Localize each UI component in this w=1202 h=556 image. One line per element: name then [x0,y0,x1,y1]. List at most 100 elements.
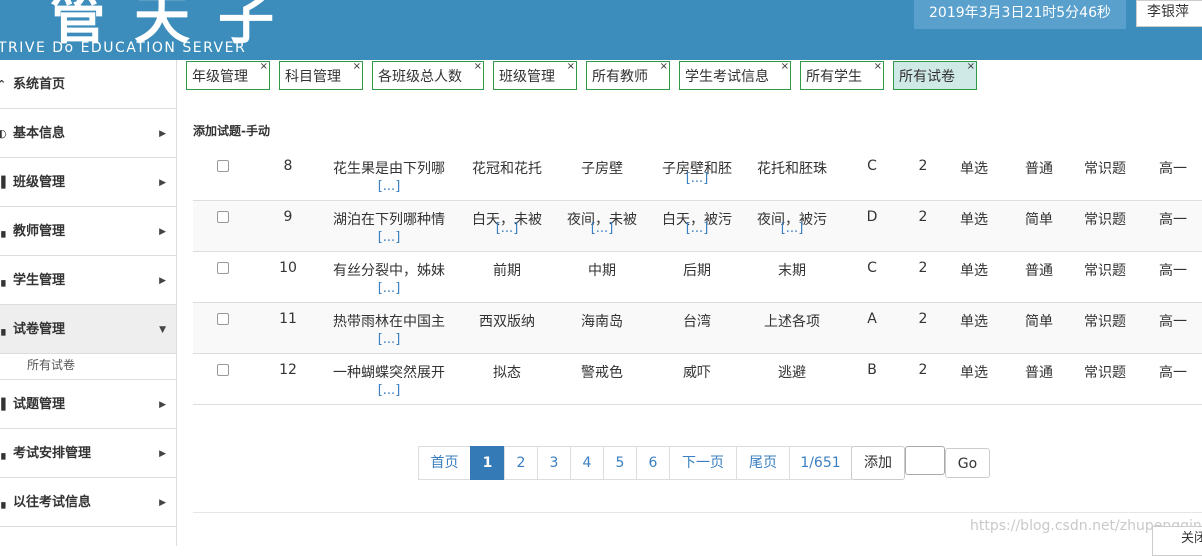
sidebar-item-label: 系统首页 [13,77,66,92]
chevron-right-icon: ▶ [159,227,166,237]
sidebar-item-label: 学生管理 [13,273,66,288]
page-button-1[interactable]: 1 [470,446,505,480]
history-icon: ▗ [0,496,6,509]
last-page-button[interactable]: 尾页 [736,446,790,480]
cell-question: 一种蝴蝶突然展开 [333,365,445,381]
page-button-3[interactable]: 3 [537,446,571,480]
close-button[interactable]: 关闭 [1152,526,1202,556]
close-icon[interactable]: × [967,52,975,82]
info-icon: ◐ [0,127,7,140]
add-button[interactable]: 添加 [851,446,905,480]
tab-student-exam[interactable]: 学生考试信息 × [679,61,791,90]
expand-link[interactable]: [...] [582,221,622,236]
paper-icon: ▗ [0,323,6,336]
cell-grade: 高一 [1159,212,1187,228]
close-icon[interactable]: × [260,52,268,82]
tab-label: 年级管理 [192,69,248,85]
chevron-right-icon: ▶ [159,449,166,459]
sidebar-item-label: 试题管理 [13,397,66,412]
expand-link[interactable]: [...] [369,179,409,194]
expand-link[interactable]: [...] [772,221,812,236]
tab-papers[interactable]: 所有试卷 × [893,61,977,90]
sidebar-item-student[interactable]: ▗ 学生管理 ▶ [0,256,176,305]
cell-question: 花生果是由下列哪 [333,161,445,177]
cell-grade: 高一 [1159,314,1187,330]
cell-question: 热带雨林在中国主 [333,314,445,330]
expand-link[interactable]: [...] [369,383,409,398]
clock-display: 2019年3月3日21时5分46秒 [914,0,1126,29]
table-row: 10 有丝分裂中，姊妹 前期 中期 后期 末期 C 2 单选 普通 常识题 高一 [...] [193,252,1202,303]
class-icon: ▐ [0,176,6,189]
page-jump-input[interactable] [905,446,945,475]
sidebar-item-teacher[interactable]: ▗ 教师管理 ▶ [0,207,176,256]
tab-label: 班级管理 [499,69,555,85]
tab-class-total[interactable]: 各班级总人数 × [372,61,484,90]
sidebar-item-exam-schedule[interactable]: ▗ 考试安排管理 ▶ [0,429,176,478]
expand-link[interactable]: [...] [369,281,409,296]
sidebar-item-exam-paper[interactable]: ▗ 试卷管理 ▼ [0,305,176,354]
tab-label: 学生考试信息 [685,69,769,85]
close-icon[interactable]: × [353,52,361,82]
expand-link[interactable]: [...] [369,332,409,347]
page-button-4[interactable]: 4 [570,446,604,480]
sidebar-subitem-all-papers[interactable]: 所有试卷 [0,354,176,380]
cell-question: 有丝分裂中，姊妹 [333,263,445,279]
sidebar-item-home[interactable]: ⌃ 系统首页 [0,60,176,109]
expand-link[interactable]: [...] [677,171,717,186]
sidebar-item-label: 考试安排管理 [13,446,92,461]
sidebar-item-past-exams[interactable]: ▗ 以往考试信息 ▶ [0,478,176,527]
expand-link[interactable]: [...] [677,221,717,236]
go-button[interactable]: Go [945,448,990,478]
tab-class[interactable]: 班级管理 × [493,61,577,90]
chevron-right-icon: ▶ [159,276,166,286]
close-icon[interactable]: × [874,52,882,82]
tab-teachers[interactable]: 所有教师 × [586,61,670,90]
question-icon: ▐ [0,398,6,411]
first-page-button[interactable]: 首页 [418,446,471,480]
chevron-right-icon: ▶ [159,129,166,139]
sidebar-item-label: 班级管理 [13,175,66,190]
next-page-button[interactable]: 下一页 [669,446,737,480]
sidebar: ⌃ 系统首页 ◐ 基本信息 ▶ ▐ 班级管理 ▶ ▗ 教师管理 ▶ ▗ 学生管理 ▶ ▗ 试卷管理 ▼… [0,60,177,546]
page-button-2[interactable]: 2 [504,446,538,480]
schedule-icon: ▗ [0,447,6,460]
chevron-right-icon: ▶ [159,498,166,508]
page-info: 1/651 [789,446,852,480]
table-row: 8 花生果是由下列哪 花冠和花托 子房壁 子房壁和胚 花托和胚珠 C 2 单选 普通 常识题 高一 [.… [193,150,1202,201]
page-button-6[interactable]: 6 [636,446,670,480]
close-icon[interactable]: × [474,52,482,82]
expand-link[interactable]: [...] [369,230,409,245]
tab-grade[interactable]: 年级管理 × [186,61,270,90]
tab-subject[interactable]: 科目管理 × [279,61,363,90]
logo-subtitle: TRIVE Do EDUCATION SERVER [0,40,247,56]
tab-students[interactable]: 所有学生 × [800,61,884,90]
close-icon[interactable]: × [781,52,789,82]
close-icon[interactable]: × [660,52,668,82]
sidebar-item-label: 教师管理 [13,224,66,239]
sidebar-item-basic-info[interactable]: ◐ 基本信息 ▶ [0,109,176,158]
close-icon[interactable]: × [567,52,575,82]
table-row: 9 湖泊在下列哪种情 白天，未被 夜间，未被 白天，被污 夜间，被污 D 2 单选 简单 常识题 高一… [193,201,1202,252]
sidebar-item-class[interactable]: ▐ 班级管理 ▶ [0,158,176,207]
home-icon: ⌃ [0,78,7,91]
expand-link[interactable]: [...] [487,221,527,236]
sidebar-item-label: 以往考试信息 [13,495,92,510]
tab-label: 所有试卷 [899,69,955,85]
question-table: 8 花生果是由下列哪 花冠和花托 子房壁 子房壁和胚 花托和胚珠 C 2 单选 普通 常识题 高一 [.… [193,150,1202,405]
page-button-5[interactable]: 5 [603,446,637,480]
top-header: 管天子 TRIVE Do EDUCATION SERVER 2019年3月3日2… [0,0,1202,60]
tab-label: 科目管理 [285,69,341,85]
sidebar-item-questions[interactable]: ▐ 试题管理 ▶ [0,380,176,429]
sidebar-item-label: 试卷管理 [13,322,66,337]
section-title: 添加试题-手动 [193,124,270,138]
teacher-icon: ▗ [0,225,6,238]
cell-grade: 高一 [1159,263,1187,279]
chevron-down-icon: ▼ [159,325,166,335]
table-row: 11 热带雨林在中国主 西双版纳 海南岛 台湾 上述各项 A 2 单选 简单 常识题 高一 [...] [193,303,1202,354]
tab-label: 各班级总人数 [378,69,462,85]
tab-label: 所有学生 [806,69,862,85]
user-button[interactable]: 李银萍 [1136,0,1202,27]
table-row: 12 一种蝴蝶突然展开 拟态 警戒色 威吓 逃避 B 2 单选 普通 常识题 高一 [...] [193,354,1202,405]
cell-grade: 高一 [1159,365,1187,381]
sidebar-item-label: 基本信息 [13,126,66,141]
